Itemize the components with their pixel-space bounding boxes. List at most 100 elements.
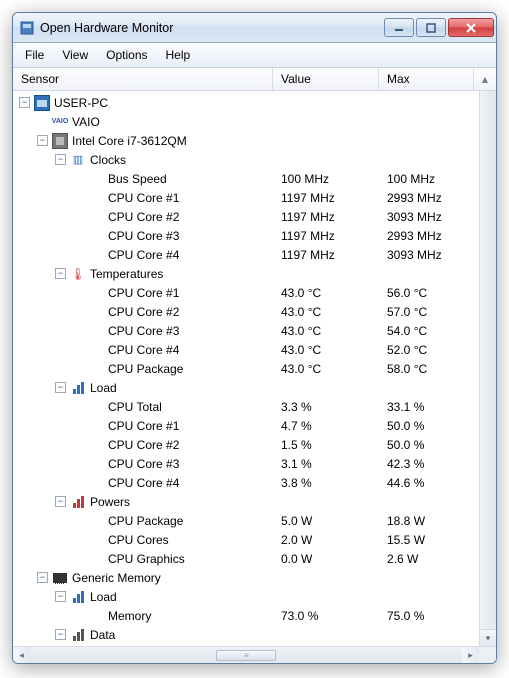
sensor-row[interactable]: CPU Package5.0 W18.8 W xyxy=(13,511,479,530)
sensor-value: 1197 MHz xyxy=(277,191,383,205)
node-label: CPU Core #1 xyxy=(108,286,179,300)
node-cpu[interactable]: − Intel Core i7-3612QM xyxy=(13,131,479,150)
sensor-max: 2.6 W xyxy=(383,552,479,566)
sensor-row[interactable]: CPU Total3.3 %33.1 % xyxy=(13,397,479,416)
node-memory[interactable]: − Generic Memory xyxy=(13,568,479,587)
sensor-row[interactable]: CPU Package43.0 °C58.0 °C xyxy=(13,359,479,378)
column-headers: Sensor Value Max ▴ xyxy=(13,68,496,91)
sensor-value: 1197 MHz xyxy=(277,229,383,243)
maximize-button[interactable] xyxy=(416,18,446,37)
sensor-row[interactable]: CPU Core #43.8 %44.6 % xyxy=(13,473,479,492)
sensor-row[interactable]: CPU Core #33.1 %42.3 % xyxy=(13,454,479,473)
node-label: Intel Core i7-3612QM xyxy=(72,134,187,148)
sensor-value: 1.5 % xyxy=(277,438,383,452)
node-label: CPU Core #4 xyxy=(108,343,179,357)
node-label: Load xyxy=(90,381,117,395)
sensor-value: 1197 MHz xyxy=(277,210,383,224)
expand-toggle[interactable]: − xyxy=(37,572,48,583)
sensor-row[interactable]: CPU Core #443.0 °C52.0 °C xyxy=(13,340,479,359)
sensor-max: 54.0 °C xyxy=(383,324,479,338)
sensor-row[interactable]: CPU Core #31197 MHz2993 MHz xyxy=(13,226,479,245)
sensor-value: 0.0 W xyxy=(277,552,383,566)
expand-toggle[interactable]: − xyxy=(55,496,66,507)
group-memory-data[interactable]: − Data xyxy=(13,625,479,644)
sensor-value: 3.8 % xyxy=(277,476,383,490)
expand-toggle[interactable]: − xyxy=(55,591,66,602)
sensor-value: 43.0 °C xyxy=(277,286,383,300)
scroll-right-icon[interactable]: ▸ xyxy=(462,647,479,663)
sensor-row[interactable]: CPU Core #41197 MHz3093 MHz xyxy=(13,245,479,264)
node-label: Temperatures xyxy=(90,267,163,281)
scroll-down-icon[interactable]: ▾ xyxy=(480,629,496,646)
group-memory-load[interactable]: −Load xyxy=(13,587,479,606)
power-icon xyxy=(70,494,86,510)
sensor-row[interactable]: CPU Core #14.7 %50.0 % xyxy=(13,416,479,435)
minimize-button[interactable] xyxy=(384,18,414,37)
sensor-row[interactable]: CPU Core #243.0 °C57.0 °C xyxy=(13,302,479,321)
expand-toggle[interactable]: − xyxy=(55,629,66,640)
expand-toggle[interactable]: − xyxy=(55,382,66,393)
load-icon xyxy=(70,589,86,605)
sensor-max: 2993 MHz xyxy=(383,191,479,205)
node-label: CPU Core #2 xyxy=(108,210,179,224)
column-value[interactable]: Value xyxy=(273,68,379,90)
sensor-max: 18.8 W xyxy=(383,514,479,528)
group-temperatures[interactable]: −🌡 Temperatures xyxy=(13,264,479,283)
sensor-value: 100 MHz xyxy=(277,172,383,186)
sensor-value: 43.0 °C xyxy=(277,343,383,357)
sensor-max: 50.0 % xyxy=(383,419,479,433)
node-label: CPU Core #2 xyxy=(108,438,179,452)
close-button[interactable] xyxy=(448,18,494,37)
window-title: Open Hardware Monitor xyxy=(40,21,382,35)
thermometer-icon: 🌡 xyxy=(70,266,86,282)
menubar: File View Options Help xyxy=(13,43,496,68)
horizontal-scrollbar[interactable]: ◂ ≡ ▸ xyxy=(13,646,496,663)
group-load[interactable]: − Load xyxy=(13,378,479,397)
sensor-row[interactable]: CPU Core #1 1197 MHz2993 MHz xyxy=(13,188,479,207)
sensor-row[interactable]: CPU Graphics 0.0 W2.6 W xyxy=(13,549,479,568)
menu-view[interactable]: View xyxy=(54,46,96,64)
expand-toggle[interactable]: − xyxy=(37,135,48,146)
node-label: CPU Package xyxy=(108,362,183,376)
expand-toggle[interactable]: − xyxy=(55,268,66,279)
menu-options[interactable]: Options xyxy=(98,46,155,64)
scroll-up-icon[interactable]: ▴ xyxy=(474,68,496,90)
sensor-row[interactable]: CPU Cores2.0 W15.5 W xyxy=(13,530,479,549)
menu-file[interactable]: File xyxy=(17,46,52,64)
sensor-value: 73.0 % xyxy=(277,609,383,623)
node-label: Memory xyxy=(108,609,151,623)
node-label: CPU Graphics xyxy=(108,552,185,566)
menu-help[interactable]: Help xyxy=(158,46,199,64)
sensor-row[interactable]: CPU Core #143.0 °C56.0 °C xyxy=(13,283,479,302)
memory-icon xyxy=(52,570,68,586)
sensor-max: 15.5 W xyxy=(383,533,479,547)
expand-toggle[interactable]: − xyxy=(19,97,30,108)
scroll-thumb[interactable]: ≡ xyxy=(216,650,276,661)
node-label: Bus Speed xyxy=(108,172,167,186)
node-label: Data xyxy=(90,628,115,642)
titlebar[interactable]: Open Hardware Monitor xyxy=(13,13,496,43)
sensor-row[interactable]: Bus Speed100 MHz100 MHz xyxy=(13,169,479,188)
node-motherboard[interactable]: VAIOVAIO xyxy=(13,112,479,131)
column-max[interactable]: Max xyxy=(379,68,474,90)
node-label: CPU Core #1 xyxy=(108,191,179,205)
clock-icon: ▥ xyxy=(70,152,86,168)
sensor-row[interactable]: CPU Core #343.0 °C54.0 °C xyxy=(13,321,479,340)
group-clocks[interactable]: −▥Clocks xyxy=(13,150,479,169)
sensor-value: 2.0 W xyxy=(277,533,383,547)
node-label: Generic Memory xyxy=(72,571,161,585)
expand-toggle[interactable]: − xyxy=(55,154,66,165)
sensor-max: 42.3 % xyxy=(383,457,479,471)
node-computer[interactable]: −USER-PC xyxy=(13,93,479,112)
vertical-scrollbar[interactable]: ▾ xyxy=(479,91,496,646)
sensor-max: 2993 MHz xyxy=(383,229,479,243)
sensor-row[interactable]: CPU Core #21.5 %50.0 % xyxy=(13,435,479,454)
sensor-row[interactable]: Memory73.0 %75.0 % xyxy=(13,606,479,625)
group-powers[interactable]: − Powers xyxy=(13,492,479,511)
sensor-tree[interactable]: −USER-PCVAIOVAIO−Intel Core i7-3612QM−▥C… xyxy=(13,91,479,646)
node-label: Powers xyxy=(90,495,130,509)
sensor-row[interactable]: CPU Core #21197 MHz3093 MHz xyxy=(13,207,479,226)
scroll-left-icon[interactable]: ◂ xyxy=(13,647,30,663)
column-sensor[interactable]: Sensor xyxy=(13,68,273,90)
node-label: CPU Core #2 xyxy=(108,305,179,319)
